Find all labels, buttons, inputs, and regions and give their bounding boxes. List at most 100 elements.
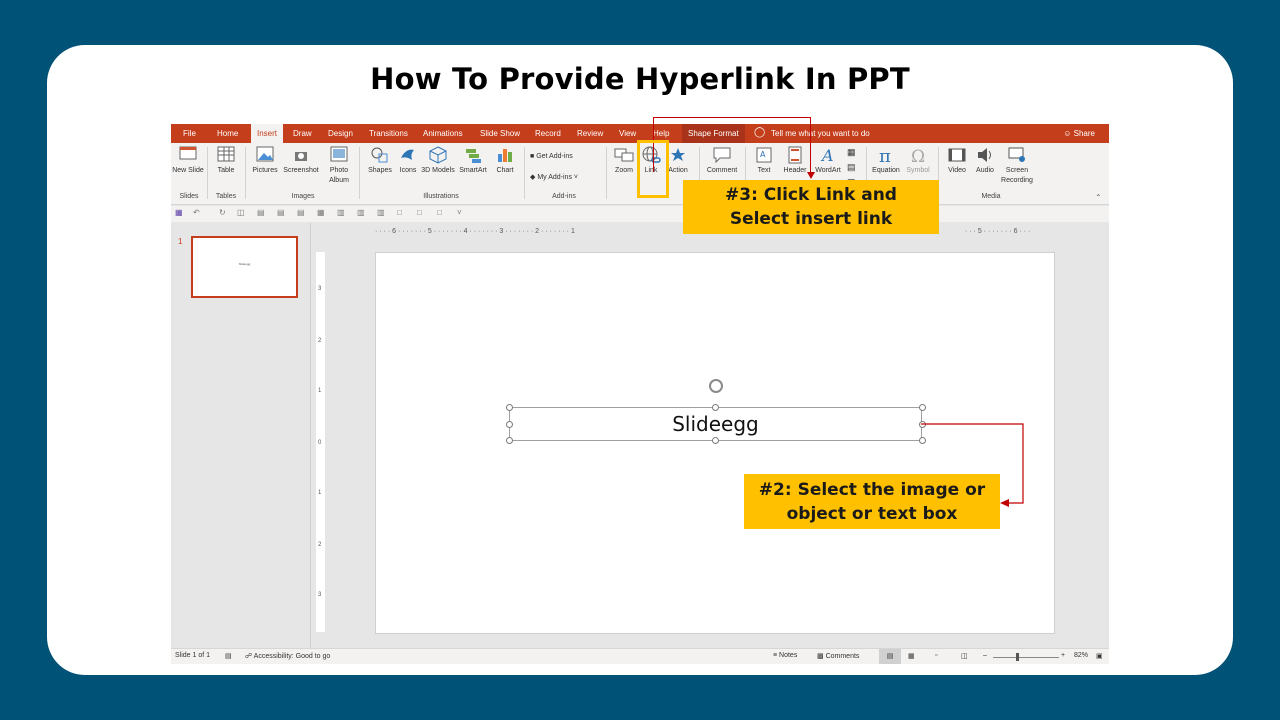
zoom-out-button[interactable]: – xyxy=(983,652,987,659)
symbol-button[interactable]: Ω Symbol xyxy=(901,146,935,176)
pictures-label: Pictures xyxy=(252,167,278,174)
notes-button[interactable]: ≡ Notes xyxy=(773,652,797,659)
3d-models-button[interactable]: 3D Models xyxy=(421,146,455,176)
align-right-icon[interactable]: ▤ xyxy=(297,208,305,217)
bring-forward-icon[interactable]: □ xyxy=(397,208,402,217)
undo-icon[interactable]: ↶ xyxy=(193,208,200,217)
align-icon[interactable]: ▤ xyxy=(257,208,265,217)
resize-handle[interactable] xyxy=(712,404,719,411)
pictures-button[interactable]: Pictures xyxy=(248,146,282,176)
equation-button[interactable]: π Equation xyxy=(869,146,903,176)
svg-text:A: A xyxy=(820,146,834,164)
share-label: Share xyxy=(1073,129,1095,138)
date-time-icon[interactable]: ▦ xyxy=(847,147,856,158)
my-addins-button[interactable]: ◆ My Add-ins ˅ xyxy=(530,173,578,181)
speaker-icon xyxy=(978,148,991,162)
tab-insert[interactable]: Insert xyxy=(251,124,284,143)
tab-home[interactable]: Home xyxy=(211,124,244,143)
comments-button[interactable]: ▩ Comments xyxy=(817,652,859,660)
tab-transitions[interactable]: Transitions xyxy=(363,124,414,143)
reading-view-icon[interactable]: ▫ xyxy=(935,652,937,659)
symbol-label: Symbol xyxy=(906,167,930,174)
align-middle-icon[interactable]: ▥ xyxy=(357,208,365,217)
chart-button[interactable]: Chart xyxy=(488,146,522,176)
slide-sorter-icon[interactable]: ▦ xyxy=(908,652,915,660)
vertical-ruler: 3 2 1 0 1 2 3 xyxy=(316,252,325,632)
new-slide-button[interactable]: New Slide xyxy=(171,146,205,176)
video-icon xyxy=(948,148,966,162)
redo-icon[interactable]: ↻ xyxy=(219,208,226,217)
resize-handle[interactable] xyxy=(919,421,926,428)
step-3-callout: #3: Click Link and Select insert link xyxy=(683,180,939,234)
save-icon[interactable]: ▦ xyxy=(175,208,183,217)
slide-count: Slide 1 of 1 xyxy=(175,652,211,659)
get-addins-button[interactable]: ■ Get Add-ins xyxy=(530,153,573,160)
new-slide-icon xyxy=(179,146,197,160)
resize-handle[interactable] xyxy=(919,404,926,411)
wordart-icon: A xyxy=(820,146,834,164)
omega-icon: Ω xyxy=(911,147,925,164)
tab-design[interactable]: Design xyxy=(322,124,359,143)
zoom-slider-thumb[interactable] xyxy=(1016,653,1019,661)
ungroup-objects-icon[interactable]: □ xyxy=(437,208,442,217)
tab-draw[interactable]: Draw xyxy=(287,124,318,143)
group-addins: Add-ins xyxy=(552,193,576,200)
normal-view-icon[interactable]: ▤ xyxy=(879,649,901,664)
zoom-level[interactable]: 82% xyxy=(1074,652,1088,659)
comments-label: Comments xyxy=(825,653,860,660)
wordart-button[interactable]: A WordArt xyxy=(811,146,845,176)
resize-handle[interactable] xyxy=(712,437,719,444)
svg-text:π: π xyxy=(879,146,891,164)
align-bottom-icon[interactable]: ▥ xyxy=(377,208,385,217)
selected-textbox[interactable]: Slideegg xyxy=(509,407,922,441)
slide-show-icon[interactable]: ◫ xyxy=(961,652,968,660)
slide-thumbnail[interactable]: Slideegg xyxy=(191,236,298,298)
align-center-icon[interactable]: ▤ xyxy=(277,208,285,217)
zoom-icon xyxy=(614,148,634,162)
slide-number-icon[interactable]: ▤ xyxy=(847,162,856,173)
zoom-slider[interactable] xyxy=(993,657,1059,658)
tab-review[interactable]: Review xyxy=(571,124,609,143)
distribute-icon[interactable]: ▦ xyxy=(317,208,325,217)
tab-record[interactable]: Record xyxy=(529,124,567,143)
align-top-icon[interactable]: ▥ xyxy=(337,208,345,217)
screen-recording-icon xyxy=(1008,147,1025,162)
fit-to-window-icon[interactable]: ▣ xyxy=(1096,652,1103,660)
screenshot-label: Screenshot xyxy=(283,167,319,174)
photo-album-button[interactable]: Photo Album xyxy=(322,146,356,186)
table-icon xyxy=(217,146,235,162)
group-images: Images xyxy=(291,193,315,200)
slide-canvas[interactable]: Slideegg xyxy=(375,252,1055,634)
customize-qat-icon[interactable]: ˅ xyxy=(457,208,462,217)
equation-label: Equation xyxy=(872,167,900,174)
smartart-button[interactable]: SmartArt xyxy=(456,146,490,176)
page-title: How To Provide Hyperlink In PPT xyxy=(370,62,910,96)
resize-handle[interactable] xyxy=(919,437,926,444)
collapse-ribbon-icon[interactable]: ⌃ xyxy=(1095,193,1102,202)
tab-slide-show[interactable]: Slide Show xyxy=(474,124,526,143)
pictures-icon xyxy=(256,146,274,162)
screenshot-button[interactable]: Screenshot xyxy=(283,146,319,176)
spelling-icon[interactable]: ▤ xyxy=(225,652,232,660)
accessibility-status[interactable]: ☍ Accessibility: Good to go xyxy=(245,652,330,660)
tab-file[interactable]: File xyxy=(177,124,202,143)
screen-recording-button[interactable]: Screen Recording xyxy=(997,146,1037,186)
3d-models-label: 3D Models xyxy=(421,167,455,174)
smartart-icon xyxy=(466,149,481,163)
table-label: Table xyxy=(217,167,235,174)
resize-handle[interactable] xyxy=(506,404,513,411)
step-3-line-1: #3: Click Link and xyxy=(725,185,897,205)
resize-handle[interactable] xyxy=(506,437,513,444)
thumbnail-number: 1 xyxy=(178,237,183,246)
table-button[interactable]: Table xyxy=(209,146,243,176)
start-from-beginning-icon[interactable]: ◫ xyxy=(237,208,245,217)
resize-handle[interactable] xyxy=(506,421,513,428)
tab-animations[interactable]: Animations xyxy=(417,124,469,143)
photo-album-icon xyxy=(330,146,348,162)
icons-button[interactable]: Icons xyxy=(391,146,425,176)
link-highlight-box xyxy=(637,140,669,198)
rotate-handle[interactable] xyxy=(709,379,723,393)
zoom-in-button[interactable]: + xyxy=(1061,652,1065,659)
share-button[interactable]: ☺ Share xyxy=(1063,124,1095,143)
group-objects-icon[interactable]: □ xyxy=(417,208,422,217)
